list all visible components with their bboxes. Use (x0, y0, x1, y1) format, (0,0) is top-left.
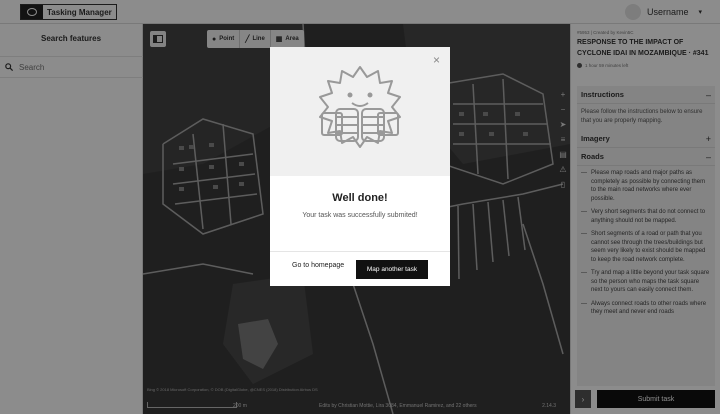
modal-title: Well done! (332, 192, 388, 204)
success-modal: × Well done! Your task was successfully … (270, 47, 450, 286)
modal-illustration-area: × (270, 47, 450, 176)
modal-footer: Go to homepage Map another task (270, 251, 450, 286)
go-to-homepage-link[interactable]: Go to homepage (292, 262, 344, 269)
close-icon[interactable]: × (433, 53, 440, 67)
modal-message: Your task was successfully submited! (302, 212, 418, 219)
celebration-fists-icon (319, 66, 401, 148)
map-another-task-button[interactable]: Map another task (356, 260, 428, 279)
